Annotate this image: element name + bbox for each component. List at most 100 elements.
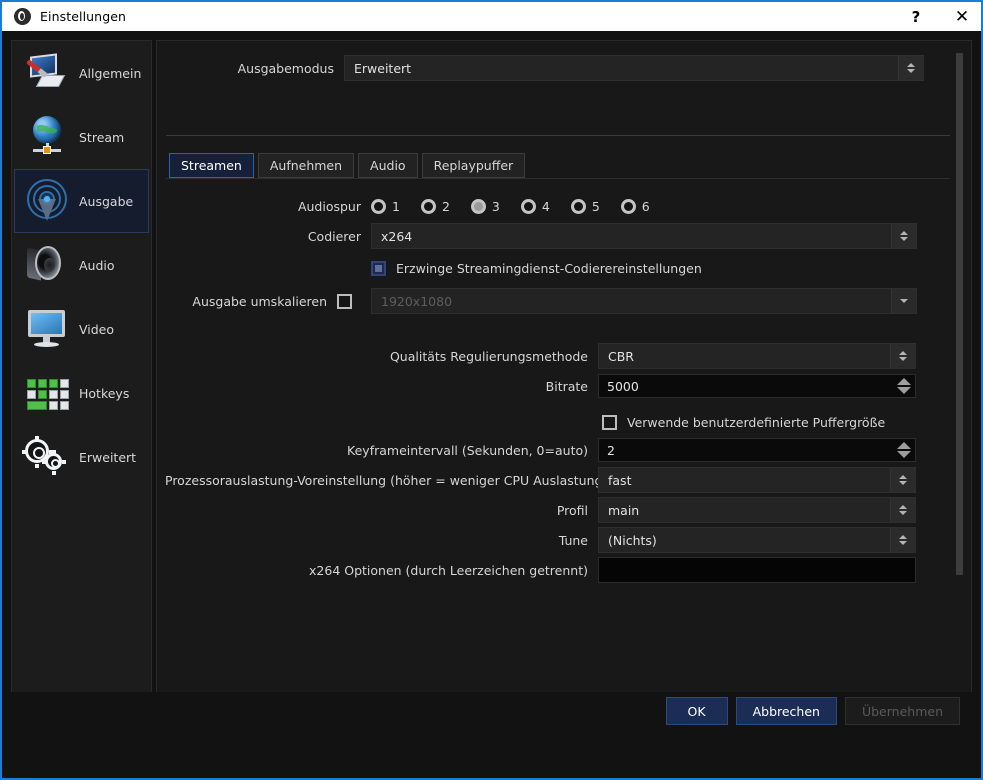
keyframe-interval-value: 2 <box>607 442 615 458</box>
custom-buffer-checkbox[interactable]: Verwende benutzerdefinierte Puffergröße <box>602 414 885 430</box>
window-title: Einstellungen <box>40 9 127 24</box>
radio-icon[interactable] <box>520 198 536 214</box>
general-icon <box>21 49 73 97</box>
audio-track-label: Audiospur <box>297 198 361 214</box>
advanced-icon <box>21 433 73 481</box>
tab-replaypuffer[interactable]: Replaypuffer <box>421 153 526 178</box>
radio-icon[interactable] <box>371 198 386 214</box>
tune-value: (Nichts) <box>608 532 657 548</box>
video-icon <box>21 305 73 353</box>
chevron-updown-icon[interactable] <box>890 528 915 552</box>
apply-button: Übernehmen <box>844 697 960 725</box>
audio-track-option-3[interactable]: 3 <box>470 198 500 214</box>
audio-track-option-6[interactable]: 6 <box>620 198 650 214</box>
sidebar-item-label: Video <box>79 321 115 337</box>
checkbox-icon[interactable] <box>602 414 617 430</box>
tab-aufnehmen[interactable]: Aufnehmen <box>257 153 355 178</box>
x264-options-input[interactable] <box>598 557 916 583</box>
help-button[interactable]: ? <box>893 1 939 32</box>
tab-streamen[interactable]: Streamen <box>169 153 254 178</box>
spinner-icon[interactable] <box>897 439 911 461</box>
sidebar-item-hotkeys[interactable]: Hotkeys <box>14 361 149 425</box>
spinner-icon[interactable] <box>897 375 911 397</box>
audio-track-option-4[interactable]: 4 <box>520 198 550 214</box>
keyframe-interval-label: Keyframeintervall (Sekunden, 0=auto) <box>347 442 588 458</box>
enforce-service-settings-checkbox[interactable]: Erzwinge Streamingdienst-Codierereinstel… <box>371 260 702 276</box>
audio-track-row: Audiospur 1 2 3 4 5 6 <box>165 195 725 217</box>
output-settings-pane: Ausgabemodus Erweitert Streamen Aufnehme… <box>156 40 972 731</box>
cpu-preset-value: fast <box>608 472 632 488</box>
divider <box>166 135 950 136</box>
rescale-resolution-value: 1920x1080 <box>381 293 453 309</box>
rescale-output-checkbox[interactable] <box>337 293 352 309</box>
profile-select[interactable]: main <box>598 497 916 523</box>
encoder-select[interactable]: x264 <box>371 223 917 249</box>
encoder-value: x264 <box>381 228 413 244</box>
x264-options-row: x264 Optionen (durch Leerzeichen getrenn… <box>165 557 921 583</box>
radio-icon-selected[interactable] <box>470 198 486 214</box>
checkbox-checked-icon[interactable] <box>371 260 386 276</box>
cancel-button[interactable]: Abbrechen <box>735 697 837 725</box>
cpu-preset-label: Prozessorauslastung-Voreinstellung (höhe… <box>165 472 608 488</box>
output-mode-value: Erweitert <box>354 60 412 76</box>
cpu-preset-select[interactable]: fast <box>598 467 916 493</box>
chevron-updown-icon[interactable] <box>890 498 915 522</box>
keyframe-interval-row: Keyframeintervall (Sekunden, 0=auto) 2 <box>165 438 921 462</box>
radio-icon[interactable] <box>620 198 636 214</box>
rate-control-value: CBR <box>608 348 634 364</box>
stream-icon <box>21 113 73 161</box>
tab-underline <box>166 178 950 179</box>
audio-track-radio-group[interactable]: 1 2 3 4 5 6 <box>371 198 671 214</box>
bitrate-value: 5000 <box>607 378 639 394</box>
output-mode-select[interactable]: Erweitert <box>344 55 924 81</box>
close-button[interactable]: ✕ <box>939 1 981 32</box>
encoder-row: Codierer x264 <box>165 223 921 249</box>
x264-options-label: x264 Optionen (durch Leerzeichen getrenn… <box>309 562 588 578</box>
chevron-updown-icon[interactable] <box>891 224 916 248</box>
dialog-footer: OK Abbrechen Übernehmen <box>2 692 981 736</box>
chevron-down-icon <box>891 289 916 313</box>
chevron-updown-icon[interactable] <box>890 344 915 368</box>
sidebar-item-video[interactable]: Video <box>14 297 149 361</box>
profile-row: Profil main <box>165 497 921 523</box>
tune-select[interactable]: (Nichts) <box>598 527 916 553</box>
keyframe-interval-spinbox[interactable]: 2 <box>598 438 916 462</box>
sidebar-item-erweitert[interactable]: Erweitert <box>14 425 149 489</box>
audio-track-option-1[interactable]: 1 <box>371 198 400 214</box>
rescale-output-row: Ausgabe umskalieren 1920x1080 <box>165 288 921 314</box>
encoder-label: Codierer <box>307 228 361 244</box>
title-bar: Einstellungen ? ✕ <box>2 0 981 32</box>
audio-track-option-2[interactable]: 2 <box>420 198 450 214</box>
rate-control-select[interactable]: CBR <box>598 343 916 369</box>
hotkeys-icon <box>21 369 73 417</box>
bitrate-spinbox[interactable]: 5000 <box>598 374 916 398</box>
ok-button[interactable]: OK <box>665 697 728 725</box>
sidebar-item-allgemein[interactable]: Allgemein <box>14 41 149 105</box>
enforce-service-settings-row: Erzwinge Streamingdienst-Codierereinstel… <box>371 257 702 279</box>
radio-icon[interactable] <box>570 198 586 214</box>
sidebar-item-label: Stream <box>79 129 125 145</box>
sidebar-item-ausgabe[interactable]: Ausgabe <box>14 169 149 233</box>
audio-icon <box>21 241 73 289</box>
output-tabs[interactable]: Streamen Aufnehmen Audio Replaypuffer <box>169 153 526 178</box>
chevron-updown-icon[interactable] <box>898 56 923 80</box>
bitrate-label: Bitrate <box>545 378 588 394</box>
vertical-scrollbar[interactable] <box>956 53 963 575</box>
cpu-preset-row: Prozessorauslastung-Voreinstellung (höhe… <box>165 467 921 493</box>
radio-icon[interactable] <box>420 198 436 214</box>
title-bar-left: Einstellungen <box>2 2 893 31</box>
tab-audio[interactable]: Audio <box>358 153 418 178</box>
obs-logo-icon <box>14 8 31 25</box>
custom-buffer-row: Verwende benutzerdefinierte Puffergröße <box>602 411 885 433</box>
bitrate-row: Bitrate 5000 <box>165 374 921 398</box>
chevron-updown-icon[interactable] <box>890 468 915 492</box>
audio-track-option-5[interactable]: 5 <box>570 198 600 214</box>
rate-control-label: Qualitäts Regulierungsmethode <box>389 348 588 364</box>
rate-control-row: Qualitäts Regulierungsmethode CBR <box>165 343 921 369</box>
sidebar-item-stream[interactable]: Stream <box>14 105 149 169</box>
settings-window: Einstellungen ? ✕ Allgemein Stream Ausga… <box>0 0 983 780</box>
rescale-output-label: Ausgabe umskalieren <box>192 293 327 309</box>
footer-buttons: OK Abbrechen Übernehmen <box>665 697 960 725</box>
sidebar-item-audio[interactable]: Audio <box>14 233 149 297</box>
settings-nav-list[interactable]: Allgemein Stream Ausgabe Audio Video Hot… <box>11 40 152 731</box>
